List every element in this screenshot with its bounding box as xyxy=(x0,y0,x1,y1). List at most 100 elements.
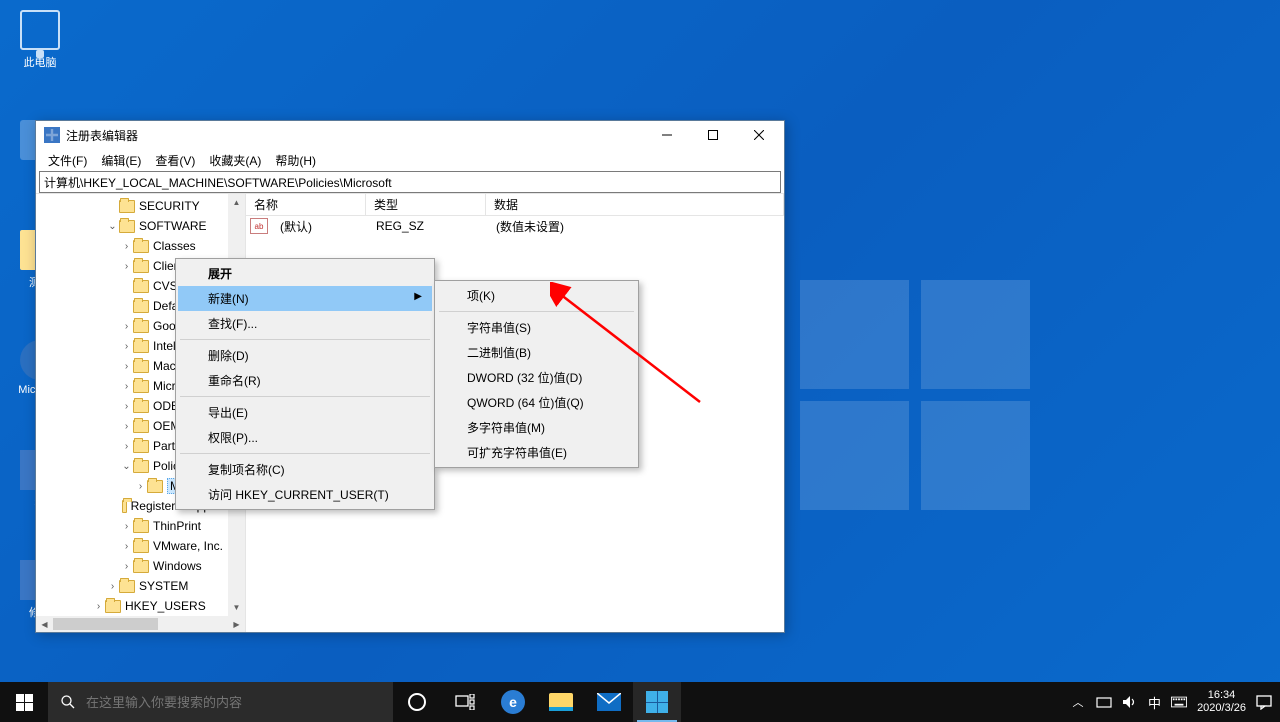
menu-copykey[interactable]: 复制项名称(C) xyxy=(178,457,432,482)
taskview-icon xyxy=(455,694,475,710)
expand-icon[interactable]: › xyxy=(106,581,119,592)
expand-icon[interactable]: ⌄ xyxy=(120,461,133,472)
list-header: 名称 类型 数据 xyxy=(246,194,784,216)
menu-new[interactable]: 新建(N)▶ xyxy=(178,286,432,311)
scroll-thumb[interactable] xyxy=(53,618,158,630)
expand-icon[interactable]: › xyxy=(120,381,133,392)
taskbar-explorer[interactable] xyxy=(537,682,585,722)
ime-indicator[interactable]: 中 xyxy=(1148,693,1161,712)
menu-gotohkcu[interactable]: 访问 HKEY_CURRENT_USER(T) xyxy=(178,482,432,507)
start-button[interactable] xyxy=(0,682,48,722)
taskview-button[interactable] xyxy=(441,682,489,722)
desktop-winlogo xyxy=(800,280,1030,510)
taskbar-mail[interactable] xyxy=(585,682,633,722)
menu-favorites[interactable]: 收藏夹(A) xyxy=(203,150,267,171)
search-input[interactable] xyxy=(86,695,381,710)
time-text: 16:34 xyxy=(1197,689,1246,702)
expand-icon[interactable]: › xyxy=(120,241,133,252)
menu-export[interactable]: 导出(E) xyxy=(178,400,432,425)
tree-item[interactable]: ⌄SOFTWARE xyxy=(36,216,228,236)
menu-edit[interactable]: 编辑(E) xyxy=(95,150,147,171)
cortana-button[interactable] xyxy=(393,682,441,722)
titlebar[interactable]: 注册表编辑器 xyxy=(36,121,784,149)
tree-item[interactable]: SECURITY xyxy=(36,196,228,216)
taskbar-clock[interactable]: 16:34 2020/3/26 xyxy=(1197,689,1246,715)
tree-item[interactable]: ›SYSTEM xyxy=(36,576,228,596)
menu-view[interactable]: 查看(V) xyxy=(149,150,201,171)
close-button[interactable] xyxy=(736,121,782,149)
folder-icon xyxy=(133,280,149,293)
expand-icon[interactable]: › xyxy=(120,361,133,372)
minimize-button[interactable] xyxy=(644,121,690,149)
expand-icon[interactable]: › xyxy=(120,401,133,412)
folder-icon xyxy=(122,500,126,513)
menu-delete[interactable]: 删除(D) xyxy=(178,343,432,368)
scroll-left-icon[interactable]: ◀ xyxy=(36,616,53,632)
menu-help[interactable]: 帮助(H) xyxy=(269,150,322,171)
scroll-up-icon[interactable]: ▲ xyxy=(228,194,245,211)
tree-item[interactable]: ›Windows xyxy=(36,556,228,576)
menu-expstr[interactable]: 可扩充字符串值(E) xyxy=(437,440,636,465)
tree-item[interactable]: › ThinPrint xyxy=(36,516,228,536)
taskbar-edge[interactable]: e xyxy=(489,682,537,722)
menu-find[interactable]: 查找(F)... xyxy=(178,311,432,336)
tree-item[interactable]: ›HKEY_USERS xyxy=(36,596,228,616)
menubar: 文件(F) 编辑(E) 查看(V) 收藏夹(A) 帮助(H) xyxy=(36,149,784,171)
taskbar-search[interactable] xyxy=(48,682,393,722)
notifications-icon[interactable] xyxy=(1256,694,1272,710)
hscrollbar[interactable]: ◀ ▶ xyxy=(36,616,245,632)
menu-separator xyxy=(439,311,634,312)
taskbar-regedit[interactable] xyxy=(633,682,681,722)
expand-icon[interactable]: › xyxy=(120,341,133,352)
tray-chevron-icon[interactable]: ︿ xyxy=(1070,694,1086,710)
menu-rename[interactable]: 重命名(R) xyxy=(178,368,432,393)
regedit-icon xyxy=(44,127,60,143)
scroll-right-icon[interactable]: ▶ xyxy=(228,616,245,632)
menu-multistr[interactable]: 多字符串值(M) xyxy=(437,415,636,440)
menu-key[interactable]: 项(K) xyxy=(437,283,636,308)
edge-icon: e xyxy=(501,690,525,714)
maximize-button[interactable] xyxy=(690,121,736,149)
volume-icon[interactable] xyxy=(1122,694,1138,710)
col-name[interactable]: 名称 xyxy=(246,194,366,215)
menu-file[interactable]: 文件(F) xyxy=(42,150,93,171)
menu-expand[interactable]: 展开 xyxy=(178,261,432,286)
col-data[interactable]: 数据 xyxy=(486,194,784,215)
scroll-down-icon[interactable]: ▼ xyxy=(228,599,245,616)
menu-qword[interactable]: QWORD (64 位)值(Q) xyxy=(437,390,636,415)
network-icon[interactable] xyxy=(1096,694,1112,710)
folder-icon xyxy=(133,260,149,273)
expand-icon[interactable]: › xyxy=(120,561,133,572)
list-row[interactable]: ab (默认) REG_SZ (数值未设置) xyxy=(246,216,784,236)
expand-icon[interactable]: ⌄ xyxy=(106,221,119,232)
folder-icon xyxy=(133,420,149,433)
expand-icon[interactable]: › xyxy=(92,601,105,612)
tree-label: Intel xyxy=(153,339,176,353)
tree-label: Classes xyxy=(153,239,196,253)
keyboard-icon[interactable] xyxy=(1171,694,1187,710)
string-value-icon: ab xyxy=(250,218,268,234)
monitor-icon xyxy=(20,10,60,50)
expand-icon[interactable]: › xyxy=(120,441,133,452)
folder-icon xyxy=(133,300,149,313)
menu-separator xyxy=(180,453,430,454)
address-bar[interactable]: 计算机\HKEY_LOCAL_MACHINE\SOFTWARE\Policies… xyxy=(39,171,781,193)
expand-icon[interactable]: › xyxy=(120,421,133,432)
menu-binary[interactable]: 二进制值(B) xyxy=(437,340,636,365)
menu-permissions[interactable]: 权限(P)... xyxy=(178,425,432,450)
scroll-track[interactable] xyxy=(53,616,228,632)
tree-label: ThinPrint xyxy=(153,519,201,533)
menu-label: 展开 xyxy=(208,267,232,281)
expand-icon[interactable]: › xyxy=(120,261,133,272)
folder-icon xyxy=(147,480,163,493)
expand-icon[interactable]: › xyxy=(120,521,133,532)
menu-string[interactable]: 字符串值(S) xyxy=(437,315,636,340)
expand-icon[interactable]: › xyxy=(120,321,133,332)
expand-icon[interactable]: › xyxy=(134,481,147,492)
tree-item[interactable]: ›VMware, Inc. xyxy=(36,536,228,556)
desktop-icon-thispc[interactable]: 此电脑 xyxy=(10,10,70,70)
menu-dword[interactable]: DWORD (32 位)值(D) xyxy=(437,365,636,390)
expand-icon[interactable]: › xyxy=(120,541,133,552)
col-type[interactable]: 类型 xyxy=(366,194,486,215)
tree-item[interactable]: › Classes xyxy=(36,236,228,256)
